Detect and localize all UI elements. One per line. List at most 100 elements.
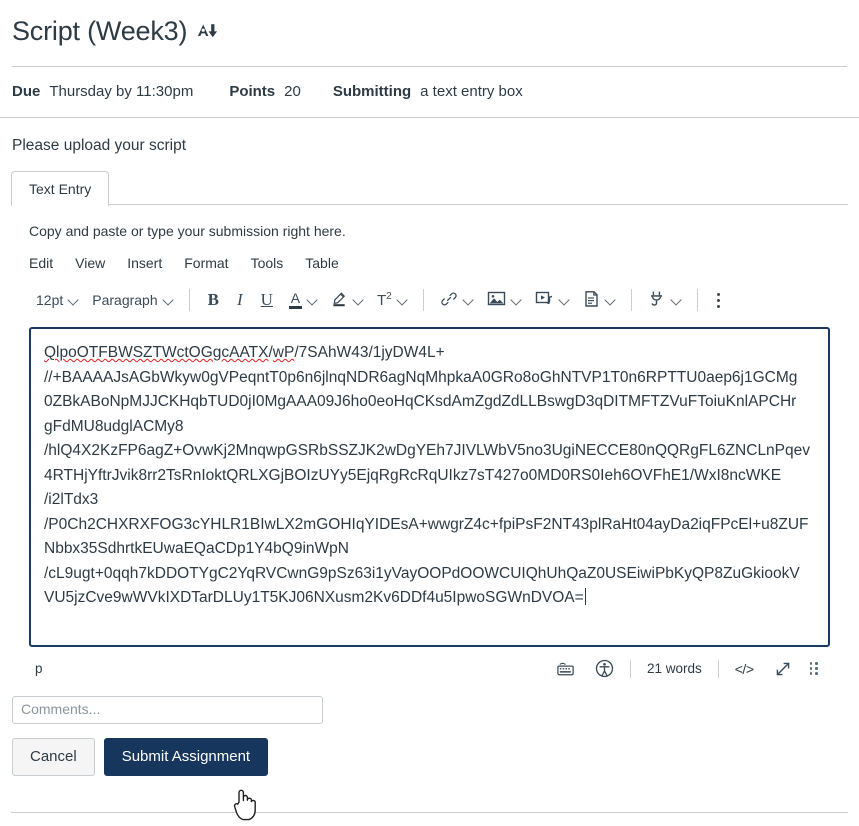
insert-link-dropdown[interactable] [433, 286, 480, 315]
rce-text-area[interactable]: QlpoOTFBWSZTWctOGgcAATX/wP/7SAhW43/1jyDW… [29, 327, 830, 647]
chevron-down-icon [397, 295, 407, 305]
assignment-meta: Due Thursday by 11:30pm Points 20 Submit… [0, 67, 859, 117]
content-line: 4RTHjYftrJvik8rr2TsRnIoktQRLXGjBOIzUYy5E… [44, 466, 782, 484]
rce-container: Copy and paste or type your submission r… [11, 205, 848, 688]
element-path[interactable]: p [35, 661, 43, 676]
comments-input[interactable] [12, 696, 323, 724]
highlight-color-dropdown[interactable] [324, 286, 370, 314]
rce-menubar: Edit View Insert Format Tools Table [29, 253, 830, 281]
menu-format[interactable]: Format [184, 255, 228, 271]
resize-grip-icon[interactable] [802, 660, 827, 677]
menu-tools[interactable]: Tools [251, 255, 284, 271]
comments-section [0, 688, 859, 729]
chevron-down-icon [68, 295, 78, 305]
content-line: /i2lTdx3 [44, 491, 99, 508]
text-entry-panel: Copy and paste or type your submission r… [0, 205, 859, 688]
menu-edit[interactable]: Edit [29, 255, 53, 271]
toolbar-divider [422, 289, 424, 311]
kebab-dot [716, 298, 720, 302]
chevron-down-icon [353, 295, 363, 305]
submitting-label: Submitting [332, 83, 412, 100]
kebab-dot [716, 292, 720, 296]
footer-divider [11, 812, 848, 813]
italic-button[interactable]: I [228, 286, 252, 314]
assignment-submission-page: Script (Week3) Due Thursday by 11:30pm P… [0, 0, 859, 826]
link-icon [440, 290, 458, 311]
immersive-reader-icon[interactable] [197, 21, 219, 41]
status-divider [629, 659, 631, 678]
content-line: 0ZBkABoNpMJJCKHqbTUD0jI0MgAAA09J6ho0eoHq… [44, 393, 797, 410]
assignment-instructions: Please upload your script [12, 137, 187, 154]
media-icon [535, 290, 554, 310]
insert-document-dropdown[interactable] [576, 286, 622, 315]
text-color-icon: A [288, 290, 302, 309]
expand-arrow-icon[interactable] [764, 658, 802, 680]
title-row: Script (Week3) [12, 14, 847, 48]
document-icon [583, 290, 600, 311]
kebab-dot [716, 304, 720, 308]
bold-button[interactable]: B [199, 286, 228, 314]
points-label: Points [229, 83, 276, 100]
font-size-dropdown[interactable]: 12pt [29, 288, 85, 312]
status-bar-tools: 21 words </> [546, 657, 826, 680]
tab-text-entry[interactable]: Text Entry [11, 171, 110, 206]
misspelled-token: wP [272, 344, 295, 361]
underline-button[interactable]: U [252, 286, 282, 314]
text-color-swatch [288, 306, 302, 309]
menu-table[interactable]: Table [305, 255, 338, 271]
due-value: Thursday by 11:30pm [49, 83, 194, 100]
content-line: /P0Ch2CHXRXFOG3cYHLR1BIwLX2mGOHIqYIDEsA+… [44, 515, 809, 533]
rce-toolbar: 12pt Paragraph B I U A T2 [29, 281, 830, 327]
mouse-cursor-pointer [231, 785, 259, 825]
superscript-icon: T2 [376, 291, 392, 309]
tabs-underline [11, 204, 848, 205]
action-buttons: Cancel Submit Assignment [0, 729, 859, 776]
cancel-button[interactable]: Cancel [12, 738, 95, 776]
accessibility-icon[interactable] [585, 657, 624, 680]
plug-icon [648, 289, 666, 311]
content-line: Nbbx35SdhrtkEUwaEQaCDp1Y4bQ9inWpN [44, 540, 349, 557]
content-line: gFdMU8udglACMy8 [44, 417, 184, 435]
font-size-label: 12pt [36, 292, 64, 308]
text-caret [584, 588, 586, 605]
page-title: Script (Week3) [12, 16, 188, 46]
submission-tabs: Text Entry [0, 170, 859, 206]
text-color-dropdown[interactable]: A [282, 287, 324, 313]
rce-status-bar: p 21 words </> [29, 647, 830, 688]
due-label: Due [12, 83, 41, 100]
chevron-down-icon [671, 295, 681, 305]
toolbar-divider [630, 289, 632, 311]
menu-insert[interactable]: Insert [127, 255, 162, 271]
bold-icon: B [207, 290, 219, 309]
insert-media-dropdown[interactable] [528, 286, 576, 314]
keyboard-icon[interactable] [546, 659, 585, 679]
paste-hint: Copy and paste or type your submission r… [29, 223, 346, 239]
image-icon [487, 290, 506, 310]
word-count: 21 words [646, 661, 702, 676]
content-line: //+BAAAAJsAGbWkyw0gVPeqntT0p6n6jlnqNDR6a… [44, 368, 798, 386]
menu-view[interactable]: View [75, 255, 105, 271]
chevron-down-icon [605, 295, 615, 305]
superscript-dropdown[interactable]: T2 [370, 287, 414, 313]
block-format-label: Paragraph [92, 292, 158, 308]
tabs-list: Text Entry [11, 170, 848, 206]
insert-image-dropdown[interactable] [480, 286, 528, 314]
submitting-value: a text entry box [420, 83, 523, 100]
misspelled-token: QlpoOTFBWSZTWctOGgcAATX [44, 344, 269, 361]
chevron-down-icon [463, 295, 473, 305]
html-editor-button[interactable]: </> [725, 659, 764, 679]
kebab-menu-icon[interactable] [707, 289, 730, 312]
content-line-last: VU5jzCve9wWVkIXDTarDLUy1T5KJ06NXusm2Kv6D… [44, 588, 586, 606]
points-value: 20 [284, 83, 301, 100]
apps-dropdown[interactable] [641, 285, 688, 315]
chevron-down-icon [511, 295, 521, 305]
assignment-header: Script (Week3) [0, 0, 859, 67]
block-format-dropdown[interactable]: Paragraph [85, 288, 179, 312]
underline-icon: U [260, 290, 273, 309]
text-color-letter: A [290, 290, 301, 307]
content-line: /cL9ugt+0qqh7kDDOTYgC2YqRVCwnG9pSz63i1yV… [44, 564, 800, 582]
content-line: QlpoOTFBWSZTWctOGgcAATX/wP/7SAhW43/1jyDW… [44, 344, 445, 361]
submit-assignment-button[interactable]: Submit Assignment [103, 738, 269, 776]
toolbar-divider [696, 289, 698, 311]
chevron-down-icon [163, 295, 173, 305]
